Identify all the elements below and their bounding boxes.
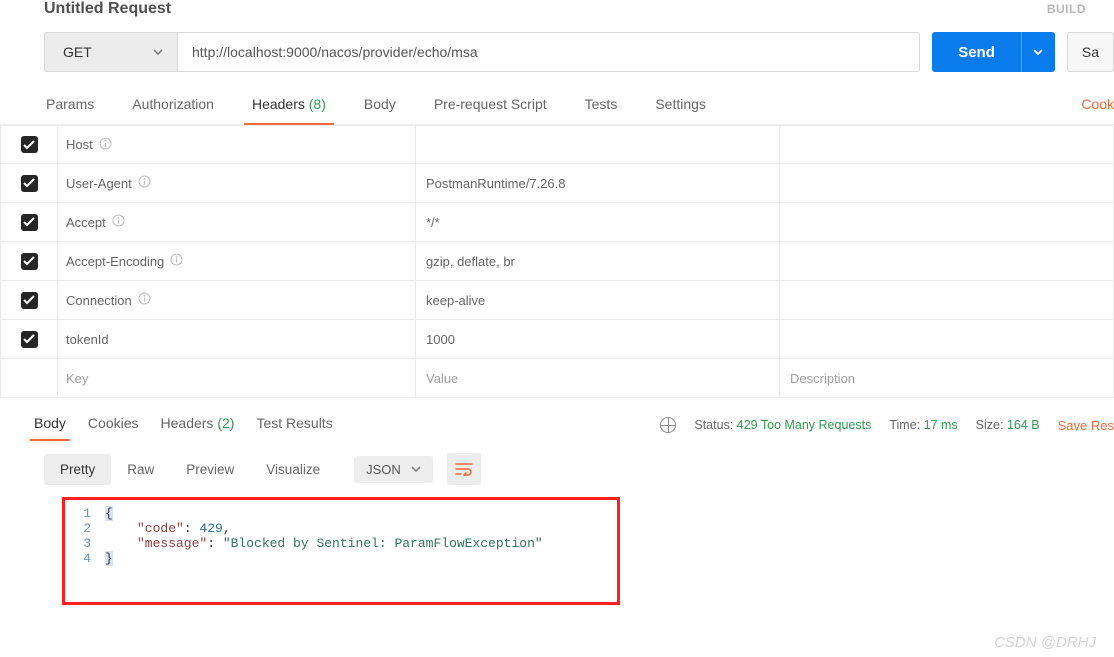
status-value: 429 Too Many Requests xyxy=(737,418,872,432)
header-value: */* xyxy=(426,215,440,230)
header-key: Host xyxy=(66,137,93,152)
tab-body[interactable]: Body xyxy=(362,86,398,124)
url-text: http://localhost:9000/nacos/provider/ech… xyxy=(192,44,478,60)
format-value: JSON xyxy=(366,462,401,477)
request-title: Untitled Request xyxy=(44,0,1047,18)
table-row-new[interactable]: Key Value Description xyxy=(0,359,1114,398)
resp-headers-label: Headers xyxy=(161,415,214,431)
resp-tab-headers[interactable]: Headers (2) xyxy=(161,409,235,441)
header-key: User-Agent xyxy=(66,176,132,191)
info-icon xyxy=(138,175,151,191)
view-visualize[interactable]: Visualize xyxy=(250,454,336,485)
save-button[interactable]: Sa xyxy=(1067,32,1114,72)
tab-headers-label: Headers xyxy=(252,96,305,112)
globe-icon[interactable] xyxy=(660,417,676,433)
time-value: 17 ms xyxy=(924,418,958,432)
resp-tab-cookies[interactable]: Cookies xyxy=(88,409,139,441)
tab-authorization[interactable]: Authorization xyxy=(130,86,216,124)
checkbox-icon[interactable] xyxy=(21,331,38,348)
checkbox-icon[interactable] xyxy=(21,292,38,309)
response-body[interactable]: 1{ 2"code": 429, 3"message": "Blocked by… xyxy=(62,497,620,605)
header-value: 1000 xyxy=(426,332,455,347)
table-row[interactable]: Connection keep-alive xyxy=(0,281,1114,320)
tab-tests[interactable]: Tests xyxy=(583,86,620,124)
tab-prerequest[interactable]: Pre-request Script xyxy=(432,86,549,124)
checkbox-icon[interactable] xyxy=(21,253,38,270)
header-value: gzip, deflate, br xyxy=(426,254,515,269)
table-row[interactable]: tokenId 1000 xyxy=(0,320,1114,359)
wrap-lines-button[interactable] xyxy=(447,453,481,485)
build-label[interactable]: BUILD xyxy=(1047,2,1114,16)
value-placeholder[interactable]: Value xyxy=(426,371,458,386)
info-icon xyxy=(170,253,183,269)
tab-params[interactable]: Params xyxy=(44,86,96,124)
status-block: Status: 429 Too Many Requests xyxy=(694,418,871,432)
key-placeholder[interactable]: Key xyxy=(66,371,88,386)
header-value: keep-alive xyxy=(426,293,485,308)
chevron-down-icon xyxy=(411,466,421,472)
headers-count: (8) xyxy=(309,96,326,112)
header-value: PostmanRuntime/7.26.8 xyxy=(426,176,565,191)
cookies-link[interactable]: Cook xyxy=(1079,86,1114,124)
resp-headers-count: (2) xyxy=(217,415,234,431)
tab-headers[interactable]: Headers (8) xyxy=(250,86,328,124)
info-icon xyxy=(138,292,151,308)
view-raw[interactable]: Raw xyxy=(111,454,170,485)
tab-settings[interactable]: Settings xyxy=(653,86,708,124)
checkbox-icon[interactable] xyxy=(21,136,38,153)
watermark: CSDN @DRHJ xyxy=(994,634,1096,651)
size-block: Size: 164 B xyxy=(976,418,1040,432)
table-row[interactable]: Host xyxy=(0,125,1114,164)
size-value: 164 B xyxy=(1007,418,1040,432)
view-preview[interactable]: Preview xyxy=(170,454,250,485)
header-key: tokenId xyxy=(66,332,109,347)
chevron-down-icon xyxy=(153,49,163,55)
format-select[interactable]: JSON xyxy=(354,456,433,483)
method-select[interactable]: GET xyxy=(44,32,178,72)
url-input[interactable]: http://localhost:9000/nacos/provider/ech… xyxy=(178,32,920,72)
send-button[interactable]: Send xyxy=(932,32,1021,72)
header-key: Accept-Encoding xyxy=(66,254,164,269)
view-pretty[interactable]: Pretty xyxy=(44,454,111,485)
save-response[interactable]: Save Res xyxy=(1058,418,1114,433)
header-key: Accept xyxy=(66,215,106,230)
info-icon xyxy=(99,137,112,153)
send-dropdown[interactable] xyxy=(1021,32,1055,72)
checkbox-icon[interactable] xyxy=(21,214,38,231)
info-icon xyxy=(112,214,125,230)
table-row[interactable]: Accept-Encoding gzip, deflate, br xyxy=(0,242,1114,281)
time-block: Time: 17 ms xyxy=(889,418,957,432)
checkbox-icon[interactable] xyxy=(21,175,38,192)
table-row[interactable]: Accept */* xyxy=(0,203,1114,242)
header-key: Connection xyxy=(66,293,132,308)
resp-tab-body[interactable]: Body xyxy=(34,409,66,441)
method-value: GET xyxy=(63,44,92,60)
desc-placeholder[interactable]: Description xyxy=(790,371,855,386)
resp-tab-testresults[interactable]: Test Results xyxy=(256,409,332,441)
table-row[interactable]: User-Agent PostmanRuntime/7.26.8 xyxy=(0,164,1114,203)
